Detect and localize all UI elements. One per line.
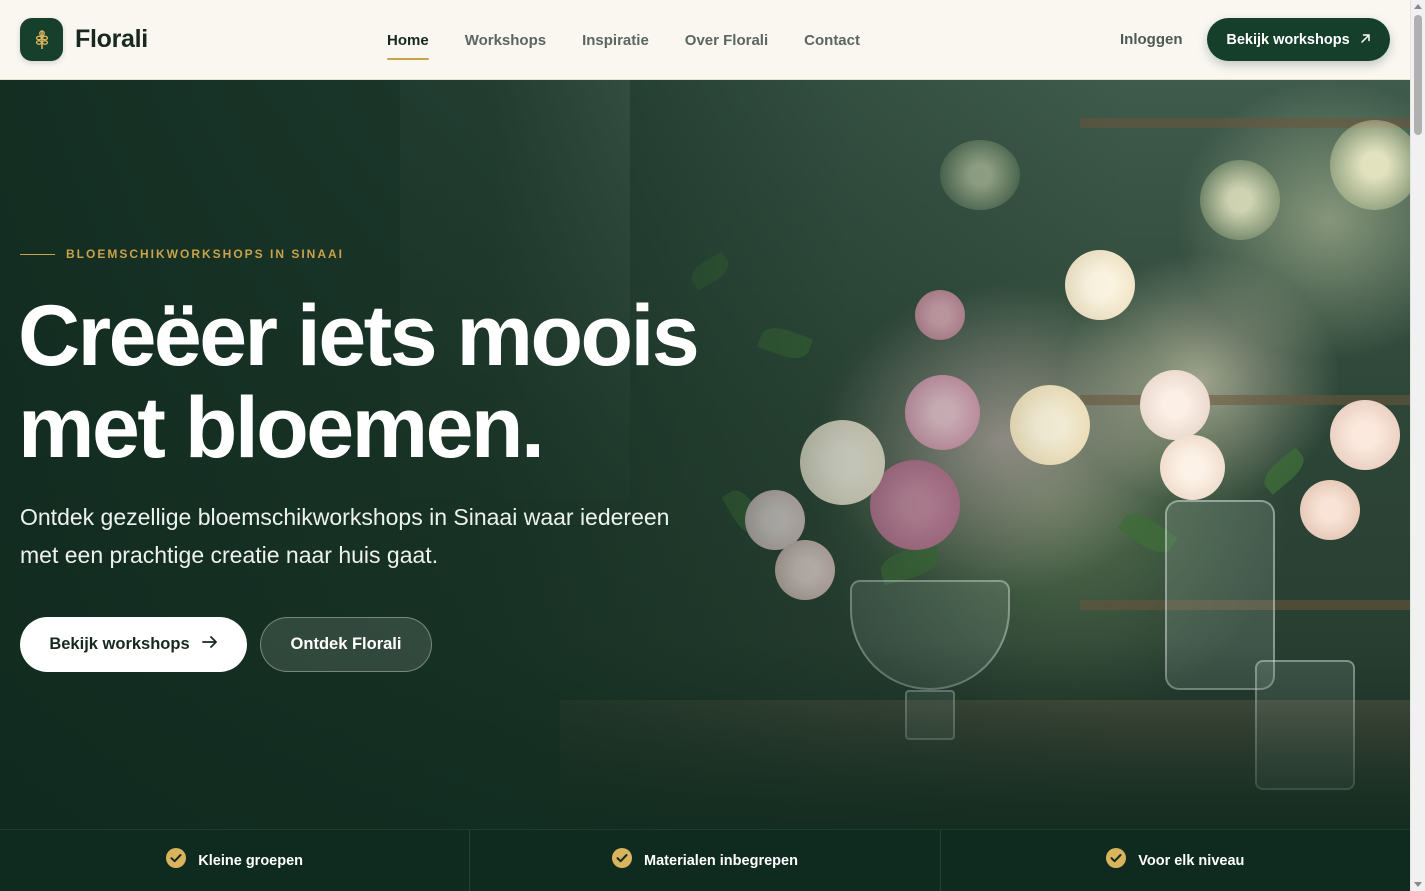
- brand-logo[interactable]: Florali: [20, 18, 148, 61]
- hero-eyebrow: BLOEMSCHIKWORKSHOPS IN SINAAI: [20, 247, 344, 261]
- eyebrow-text: BLOEMSCHIKWORKSHOPS IN SINAAI: [66, 247, 345, 261]
- nav-item-contact[interactable]: Contact: [804, 32, 860, 49]
- hero-section: BLOEMSCHIKWORKSHOPS IN SINAAI Creëer iet…: [0, 80, 1410, 829]
- hero-title-line-2: met bloemen.: [18, 380, 545, 476]
- feature-item: Voor elk niveau: [941, 830, 1410, 891]
- nav-item-workshops[interactable]: Workshops: [465, 32, 546, 49]
- check-circle-icon: [166, 848, 187, 873]
- check-circle-icon: [612, 848, 633, 873]
- wheat-icon: [20, 18, 63, 61]
- page-scrollbar[interactable]: [1410, 0, 1425, 891]
- hero-workshops-button[interactable]: Bekijk workshops: [20, 617, 247, 672]
- feature-bar: Kleine groepen Materialen inbegrepen Voo…: [0, 829, 1410, 891]
- nav-item-home[interactable]: Home: [387, 32, 429, 60]
- arrow-right-icon: [201, 635, 218, 654]
- hero-subtitle: Ontdek gezellige bloemschikworkshops in …: [20, 504, 670, 568]
- feature-label: Voor elk niveau: [1138, 852, 1245, 869]
- feature-label: Materialen inbegrepen: [644, 852, 798, 869]
- login-link[interactable]: Inloggen: [1120, 31, 1183, 48]
- hero-title: Creëer iets moois met bloemen.: [18, 290, 838, 474]
- arrow-up-right-icon: [1360, 32, 1371, 48]
- scrollbar-thumb[interactable]: [1414, 15, 1422, 135]
- site-header: Florali Home Workshops Inspiratie Over F…: [0, 0, 1410, 80]
- scroll-up-icon[interactable]: [1414, 4, 1422, 9]
- header-cta-label: Bekijk workshops: [1226, 31, 1350, 48]
- scroll-down-icon[interactable]: [1414, 882, 1422, 887]
- feature-item: Kleine groepen: [0, 830, 471, 891]
- nav-item-inspiratie[interactable]: Inspiratie: [582, 32, 649, 49]
- header-workshops-button[interactable]: Bekijk workshops: [1207, 18, 1390, 61]
- main-nav: Home Workshops Inspiratie Over Florali C…: [387, 0, 896, 80]
- hero-primary-label: Bekijk workshops: [49, 635, 190, 653]
- hero-secondary-label: Ontdek Florali: [290, 635, 402, 653]
- check-circle-icon: [1106, 848, 1127, 873]
- hero-title-line-1: Creëer iets moois: [18, 288, 700, 384]
- brand-name: Florali: [75, 25, 148, 53]
- hero-discover-button[interactable]: Ontdek Florali: [260, 617, 432, 672]
- feature-item: Materialen inbegrepen: [470, 830, 941, 891]
- nav-item-over-florali[interactable]: Over Florali: [685, 32, 768, 49]
- feature-label: Kleine groepen: [198, 852, 304, 869]
- eyebrow-line: [20, 253, 55, 255]
